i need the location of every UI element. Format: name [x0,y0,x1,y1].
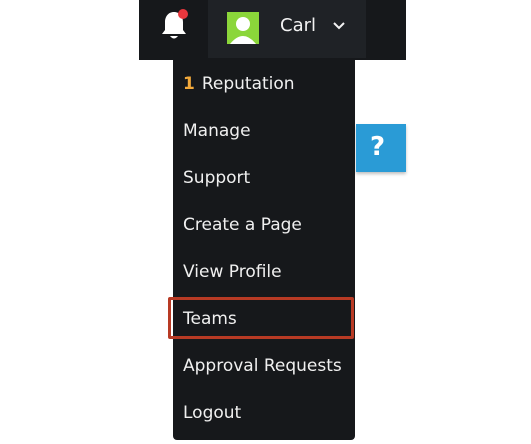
help-icon: ? [370,132,386,162]
user-avatar-icon [227,12,259,44]
menu-item-support[interactable]: Support [173,156,355,200]
menu-item-manage[interactable]: Manage [173,109,355,153]
menu-item-label: Manage [183,121,251,141]
menu-item-label: Logout [183,403,242,423]
menu-item-logout[interactable]: Logout [173,391,355,435]
notification-dot [178,9,188,19]
menu-item-create-page[interactable]: Create a Page [173,203,355,247]
menu-item-teams[interactable]: Teams [173,297,355,341]
reputation-label: Reputation [201,74,295,94]
menu-item-label: View Profile [183,262,282,282]
help-button[interactable]: ? [356,124,406,172]
menu-item-label: Create a Page [183,215,302,235]
menu-item-label: Teams [183,309,237,329]
reputation-count: 1 [183,74,195,94]
menu-item-view-profile[interactable]: View Profile [173,250,355,294]
menu-item-reputation[interactable]: 1 Reputation [173,62,355,106]
menu-item-label: Approval Requests [183,356,342,376]
menu-item-approval-requests[interactable]: Approval Requests [173,344,355,388]
chevron-down-icon[interactable] [332,18,346,32]
user-dropdown-menu: 1 Reputation Manage Support Create a Page… [173,60,355,440]
user-menu-toggle[interactable]: Carl [208,0,366,58]
user-name: Carl [280,15,316,36]
bell-icon[interactable] [158,8,190,44]
menu-item-label: Support [183,168,251,188]
